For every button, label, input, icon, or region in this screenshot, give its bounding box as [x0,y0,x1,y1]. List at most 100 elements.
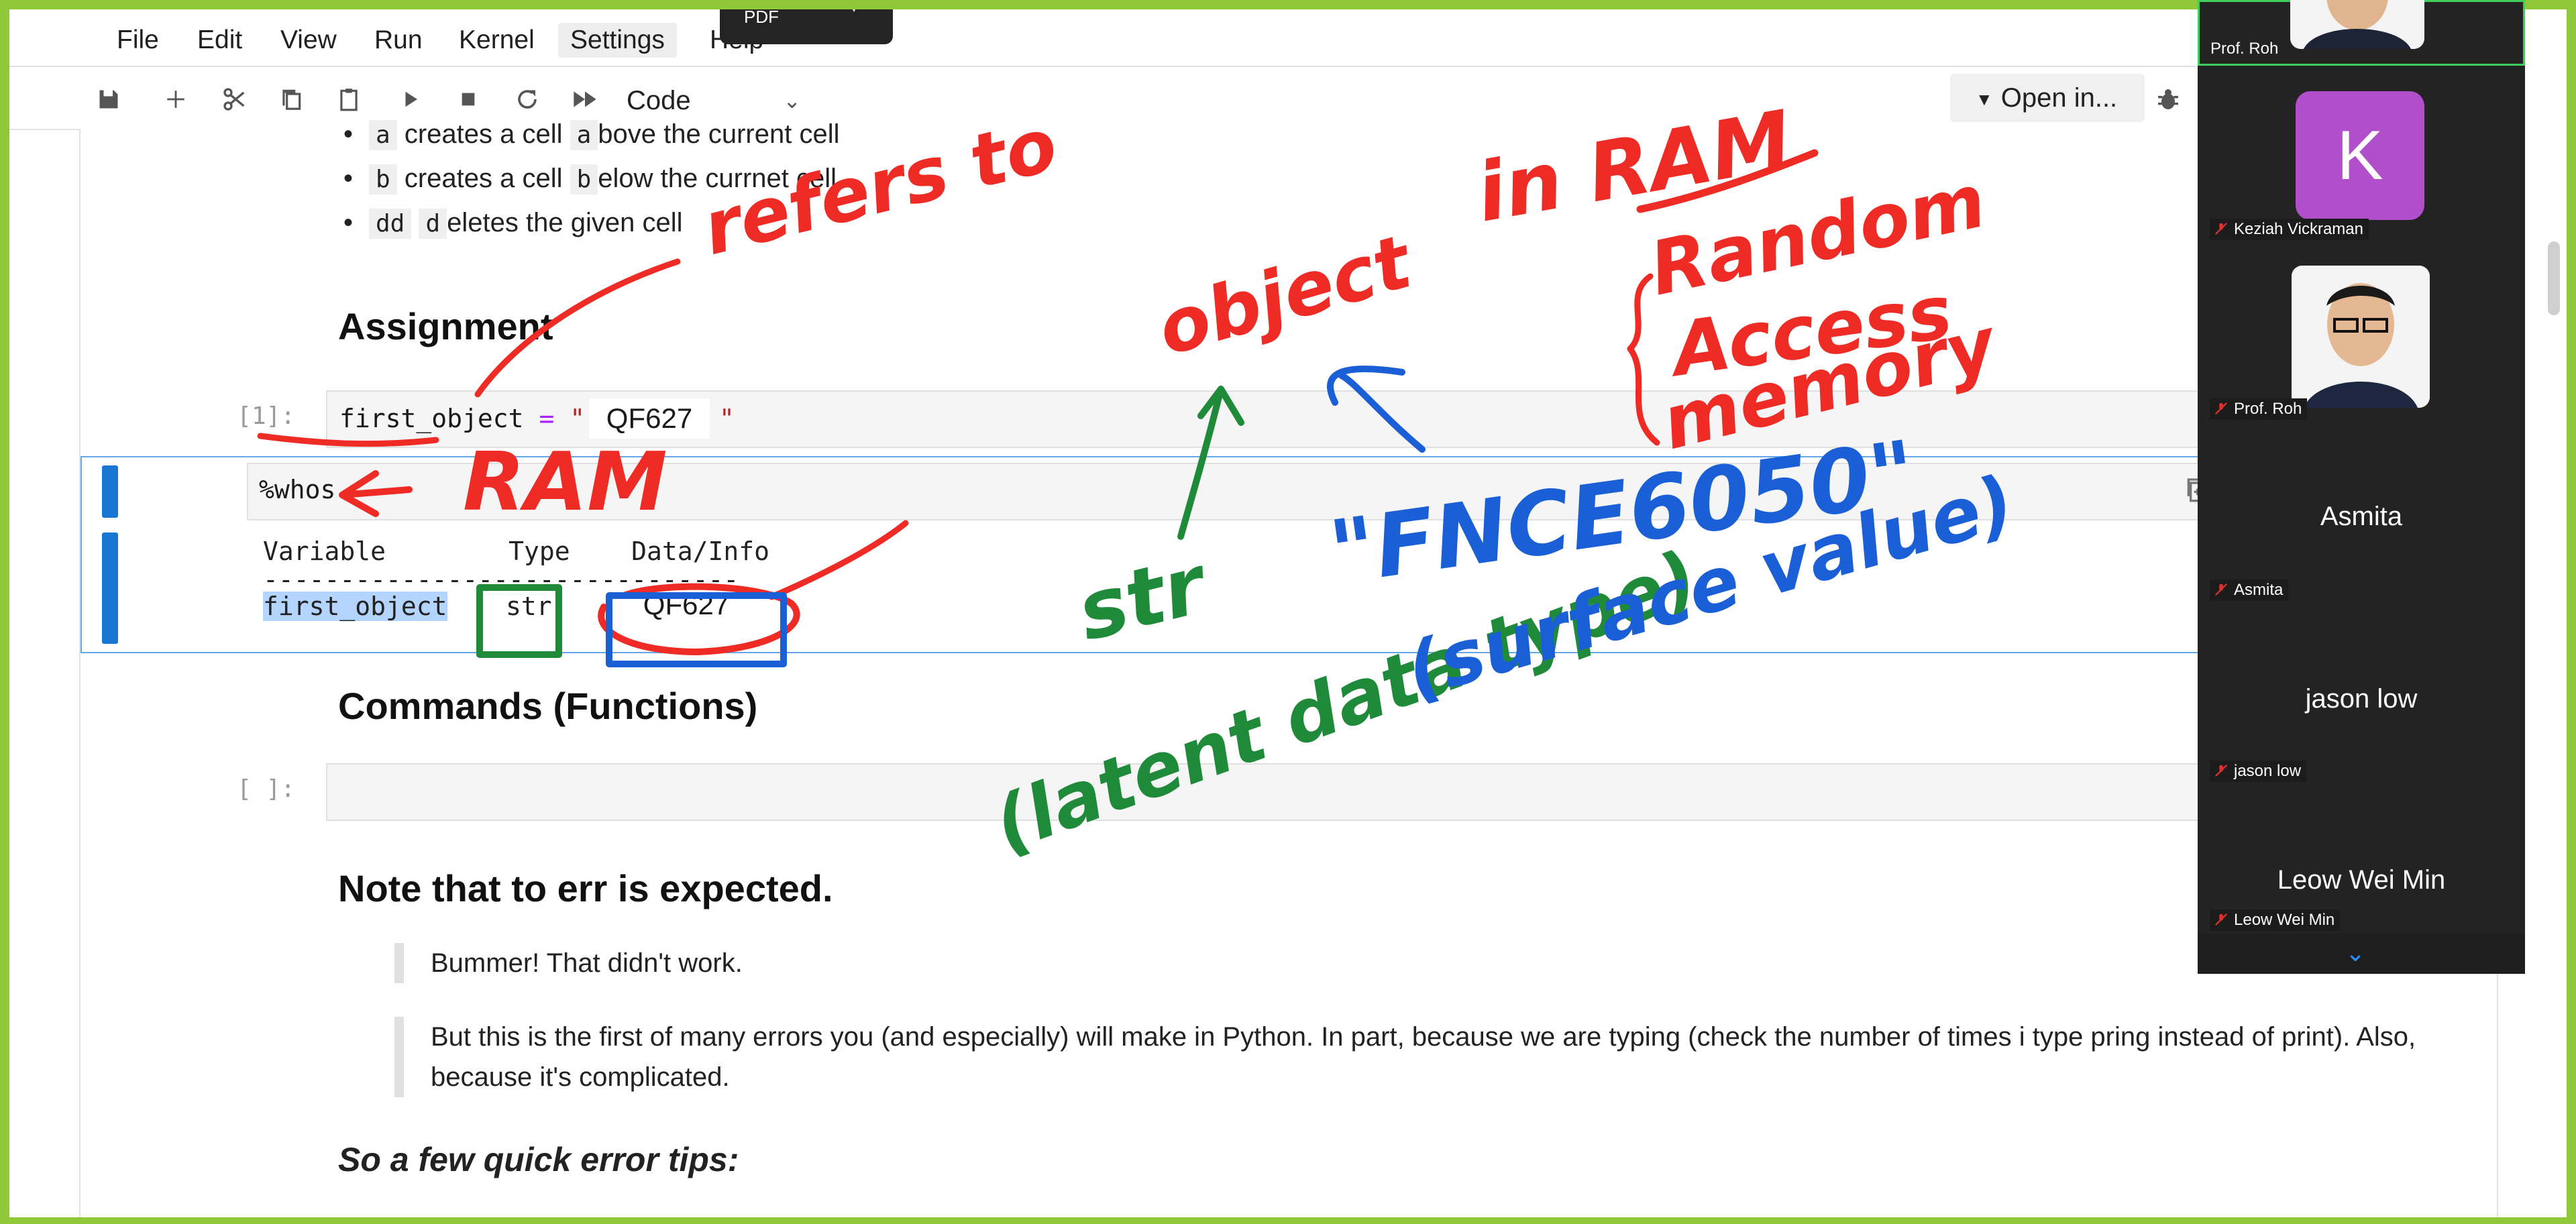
bullet-text: creates a cell [404,164,563,193]
participant-name: Leow Wei Min [2234,911,2335,929]
paste-button[interactable] [330,80,368,118]
code-input[interactable]: %whos [247,463,2235,520]
copy-button[interactable] [272,80,310,118]
run-button[interactable] [392,80,429,118]
heading-assignment: Assignment [338,305,553,347]
menu-settings[interactable]: Settings [558,23,677,58]
code-quote: " [719,404,735,433]
cell-collapser[interactable] [102,465,118,518]
header-type: Type [508,537,570,566]
scrollbar-thumb[interactable] [2548,241,2560,315]
save-icon [99,90,118,109]
code-quote: " [570,404,586,433]
header-data-info: Data/Info [631,537,769,566]
shortcut-key: d [419,209,447,239]
chevron-down-icon: ⌄ [2345,939,2366,966]
code-line: %whos [259,475,336,504]
selected-variable: first_object [263,592,447,621]
save-button[interactable] [90,80,127,118]
tips-heading: So a few quick error tips: [338,1141,739,1178]
bullet-item: dd deletes the given cell [343,208,683,239]
notebook-panel: a creates a cell above the current cell … [79,119,2498,1224]
more-participants-button[interactable]: ⌄ [2198,934,2525,974]
bullet-text: bove the current cell [598,119,840,149]
add-cell-button[interactable] [157,80,195,118]
bullet-text: elow the currnet cell [598,164,837,193]
bullet-text: creates a cell [404,119,563,149]
blockquote-2: But this is the first of many errors you… [394,1017,2443,1097]
debugger-bug-icon[interactable] [2155,86,2182,113]
cell-prompt: [ ]: [237,775,295,803]
participant-label: jason low [2210,761,2307,782]
menu-edit[interactable]: Edit [185,23,254,58]
open-in-button[interactable]: ▼ Open in... [1950,74,2145,122]
shortcut-key: a [369,120,397,150]
video-participants-panel: Prof. Roh K Keziah Vickraman Prof. Roh A… [2198,0,2525,974]
mic-muted-icon [2214,583,2228,596]
play-icon [405,91,417,107]
chevron-down-icon: ⌄ [783,89,801,113]
heading-commands: Commands (Functions) [338,685,758,727]
interrupt-button[interactable] [449,80,487,118]
clipboard-icon [340,89,358,111]
run-all-button[interactable] [566,80,604,118]
participant-label: Leow Wei Min [2210,909,2341,931]
stop-icon [462,93,475,106]
mic-muted-icon [2214,402,2228,415]
heading-note: Note that to err is expected. [338,867,833,909]
menu-kernel[interactable]: Kernel [447,23,547,58]
pdf-tooltip: PDF [720,0,893,44]
header-variable: Variable [263,537,386,566]
mic-muted-icon [2214,222,2228,235]
participant-name-display: Leow Wei Min [2277,865,2446,895]
participant-name: Asmita [2234,581,2284,599]
shortcut-key: dd [369,209,412,239]
participant-name-display: Asmita [2320,502,2403,531]
bullet-item: b creates a cell below the currnet cell [343,164,837,194]
notebook-toolbar: Code ⌄ ▼ Open in... [9,67,2196,130]
code-operator: = [539,404,555,433]
active-speaker-tile[interactable]: Prof. Roh [2198,0,2525,66]
pdf-tooltip-label: PDF [744,7,779,27]
mic-muted-icon [2214,764,2228,777]
caret-down-icon: ▼ [1976,89,1993,110]
code-cell-2-active[interactable]: [2]: %whos Variable Type Data/Info -----… [80,456,2243,653]
cell-prompt: [1]: [237,402,295,430]
menu-run[interactable]: Run [362,23,435,58]
code-line: first_object = " [339,404,585,433]
participant-label: Keziah Vickraman [2210,219,2369,240]
participant-label: Prof. Roh [2210,40,2279,58]
plus-icon [167,91,184,108]
participant-name-display: jason low [2305,684,2418,714]
whos-row-type: str [500,592,557,621]
code-variable: first_object [339,404,524,433]
menu-bar: File Edit View Run Kernel Settings Help [9,9,2196,67]
whos-row-data: QF627 [616,585,757,625]
shortcut-key: a [570,120,598,150]
participant-photo [2292,266,2430,408]
bullet-item: a creates a cell above the current cell [343,119,840,150]
whos-header: Variable Type Data/Info [263,537,769,566]
mouse-cursor-icon [847,0,861,12]
code-cell-1[interactable]: first_object = " QF627 " [326,390,2314,448]
menu-view[interactable]: View [268,23,349,58]
refresh-icon [518,90,537,109]
cut-button[interactable] [216,80,254,118]
participant-name: jason low [2234,762,2302,780]
copy-icon [282,89,301,110]
cell-type-value: Code [627,86,691,115]
open-in-label: Open in... [2000,83,2118,113]
output-collapser[interactable] [102,533,118,644]
participant-label: Asmita [2210,579,2289,601]
shortcut-key: b [570,164,598,194]
blockquote-1: Bummer! That didn't work. [394,943,2443,983]
mic-muted-icon [2214,913,2228,926]
shortcut-key: b [369,164,397,194]
bullet-text: eletes the given cell [447,208,683,237]
whos-row-variable: first_object [263,592,447,621]
menu-file[interactable]: File [105,23,171,58]
participant-photo [2290,0,2424,49]
cell-type-select[interactable]: Code ⌄ [627,83,801,118]
restart-button[interactable] [508,80,546,118]
code-cell-3-empty[interactable] [326,763,2314,821]
